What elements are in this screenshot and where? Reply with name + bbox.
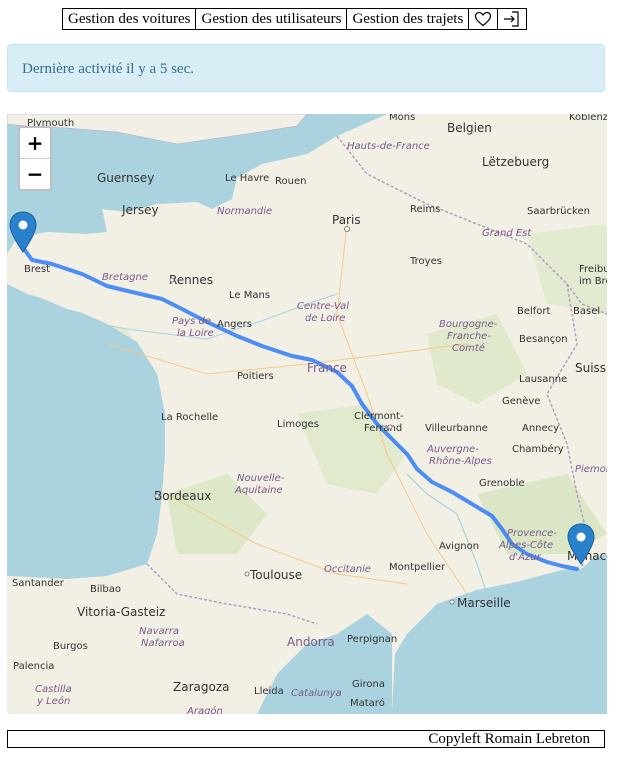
label-annecy: Annecy [522, 423, 559, 434]
label-burgos: Burgos [53, 641, 88, 652]
label-franche: Franche- [447, 331, 491, 342]
label-le-havre: Le Havre [225, 173, 269, 184]
label-letzebuerg: Lëtzebuerg [482, 155, 549, 169]
label-navarra: Navarra [139, 626, 179, 637]
label-lausanne: Lausanne [519, 374, 567, 385]
label-marseille: Marseille [457, 596, 511, 610]
label-belgien: Belgien [447, 121, 492, 135]
label-poitiers: Poitiers [237, 371, 274, 382]
label-koblenz: Koblenz [569, 114, 607, 123]
label-provence: Provence- [507, 528, 557, 539]
label-bordeaux: Bordeaux [154, 489, 211, 503]
label-im-breis: im Breis [579, 276, 607, 287]
label-saarbrucken: Saarbrücken [527, 206, 590, 217]
label-bourgogne: Bourgogne- [439, 319, 498, 330]
logout-button[interactable] [498, 9, 526, 29]
label-hauts-de-france: Hauts-de-France [347, 141, 430, 152]
label-france: France [307, 361, 347, 375]
label-grenoble: Grenoble [479, 478, 525, 489]
label-catalunya: Catalunya [291, 688, 342, 699]
label-freibu: Freibu [579, 264, 607, 275]
label-paris: Paris [332, 213, 361, 227]
zoom-in-button[interactable]: + [20, 128, 50, 158]
zoom-control: + − [18, 126, 52, 191]
label-la-rochelle: La Rochelle [161, 412, 218, 423]
label-belfort: Belfort [517, 306, 551, 317]
map-tiles: Plymouth Guernsey Jersey Le Havre Rouen … [7, 114, 607, 714]
zoom-out-button[interactable]: − [20, 158, 50, 189]
label-reims: Reims [410, 204, 440, 215]
label-santander: Santander [12, 578, 65, 589]
label-zaragoza: Zaragoza [173, 680, 229, 694]
heart-icon [475, 11, 492, 27]
label-suiss: Suiss [575, 361, 606, 375]
label-andorra: Andorra [287, 635, 335, 649]
label-nouvelle: Nouvelle- [237, 473, 285, 484]
label-de-loire: de Loire [305, 313, 345, 324]
label-vitoria: Vitoria-Gasteiz [77, 605, 165, 619]
label-nafarroa: Nafarroa [141, 638, 185, 649]
label-clermont: Clermont- [354, 411, 404, 422]
label-grand-est: Grand Est [482, 228, 532, 239]
logout-icon [504, 11, 519, 27]
label-castilla: Castilla [35, 684, 72, 695]
label-bilbao: Bilbao [90, 584, 121, 595]
label-jersey: Jersey [121, 203, 159, 217]
label-comte: Comté [452, 342, 485, 354]
label-montpellier: Montpellier [389, 562, 446, 573]
nav-item-utilisateurs[interactable]: Gestion des utilisateurs [196, 9, 348, 29]
nav-item-trajets[interactable]: Gestion des trajets [347, 9, 470, 29]
label-centre-val: Centre-Val [297, 301, 349, 312]
top-nav: Gestion des voitures Gestion des utilisa… [62, 8, 528, 30]
label-pays-de: Pays de [172, 316, 211, 327]
label-d-azur: d'Azur [509, 552, 542, 563]
label-lleida: Lleida [254, 686, 284, 697]
label-ferrand: Ferrand [364, 423, 402, 434]
label-alpes-cote: Alpes-Côte [498, 539, 553, 551]
label-le-mans: Le Mans [229, 290, 270, 301]
label-mataro: Mataró [350, 697, 385, 709]
label-troyes: Troyes [409, 256, 442, 267]
nav-item-voitures[interactable]: Gestion des voitures [63, 9, 197, 29]
footer: Copyleft Romain Lebreton [7, 730, 605, 748]
label-chambery: Chambéry [512, 443, 564, 455]
label-palencia: Palencia [13, 661, 54, 672]
route-map[interactable]: Plymouth Guernsey Jersey Le Havre Rouen … [7, 114, 607, 714]
label-rouen: Rouen [275, 176, 306, 187]
label-basel: Basel [573, 306, 600, 317]
label-besancon: Besançon [519, 334, 568, 345]
label-bretagne: Bretagne [102, 272, 148, 283]
label-girona: Girona [352, 679, 385, 690]
label-limoges: Limoges [277, 419, 319, 430]
label-rhone-alpes: Rhône-Alpes [429, 455, 492, 467]
label-occitanie: Occitanie [324, 564, 371, 575]
label-y-leon: y León [36, 695, 70, 707]
label-geneve: Genève [502, 395, 540, 407]
last-activity-alert: Dernière activité il y a 5 sec. [7, 44, 605, 92]
label-aquitaine: Aquitaine [234, 485, 283, 496]
label-avignon: Avignon [439, 541, 479, 552]
favorite-button[interactable] [469, 9, 499, 29]
label-rennes: Rennes [169, 273, 213, 287]
label-normandie: Normandie [217, 206, 272, 217]
label-guernsey: Guernsey [97, 171, 154, 185]
label-angers: Angers [217, 319, 252, 330]
label-villeurbanne: Villeurbanne [425, 423, 488, 434]
label-brest: Brest [24, 264, 50, 275]
label-aragon: Aragón [186, 705, 223, 714]
label-auvergne: Auvergne- [426, 444, 479, 455]
label-la-loire: la Loire [177, 328, 214, 339]
label-perpignan: Perpignan [347, 634, 397, 645]
label-toulouse: Toulouse [249, 568, 302, 582]
label-mons: Mons [389, 114, 415, 123]
label-piemon: Piemon [575, 464, 607, 475]
